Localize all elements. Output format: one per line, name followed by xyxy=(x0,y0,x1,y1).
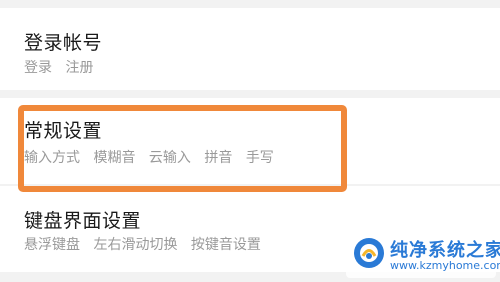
settings-screen: 登录帐号 登录 注册 常规设置 输入方式 模糊音 云输入 拼音 手写 键盘界面设… xyxy=(0,0,500,282)
section-account[interactable]: 登录帐号 登录 注册 xyxy=(0,8,500,90)
section-subtitle: 登录 注册 xyxy=(24,57,102,77)
section-subtitle: 悬浮键盘 左右滑动切换 按键音设置 xyxy=(24,234,270,254)
logo-icon xyxy=(354,238,384,268)
subitem-login: 登录 xyxy=(24,60,52,76)
subitem-swipe-switch: 左右滑动切换 xyxy=(93,237,178,253)
subitem-floating-keyboard: 悬浮键盘 xyxy=(24,237,80,253)
section-general-settings[interactable]: 常规设置 输入方式 模糊音 云输入 拼音 手写 xyxy=(0,98,500,184)
subitem-key-sound: 按键音设置 xyxy=(190,237,261,253)
subitem-pinyin: 拼音 xyxy=(204,150,233,166)
section-title: 登录帐号 xyxy=(24,32,103,54)
subitem-cloud-input: 云输入 xyxy=(148,150,191,166)
top-strip xyxy=(0,0,500,8)
section-subtitle: 输入方式 模糊音 云输入 拼音 手写 xyxy=(24,147,283,167)
subitem-register: 注册 xyxy=(65,60,94,76)
subitem-input-method: 输入方式 xyxy=(24,150,80,166)
section-title: 键盘界面设置 xyxy=(24,210,142,232)
section-title: 常规设置 xyxy=(24,120,103,142)
subitem-fuzzy-sound: 模糊音 xyxy=(93,150,136,166)
subitem-handwriting: 手写 xyxy=(245,150,274,166)
watermark-url: www.kzmyhome.com xyxy=(390,259,500,272)
watermark-logo: 纯净系统之家 www.kzmyhome.com xyxy=(346,232,500,278)
